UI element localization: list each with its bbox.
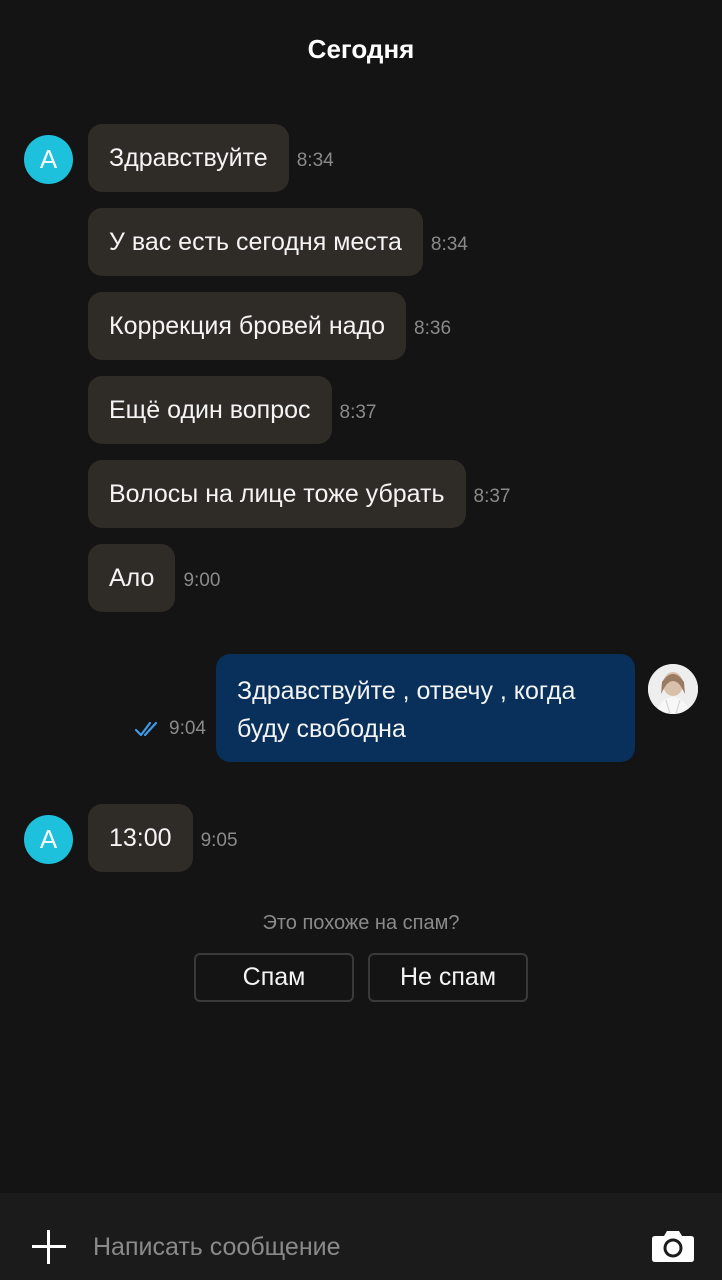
outgoing-meta: 9:04 (135, 718, 206, 740)
double-check-icon (135, 721, 158, 737)
message-time: 9:04 (169, 718, 206, 739)
incoming-message[interactable]: Ало 9:00 (88, 544, 220, 612)
message-bubble[interactable]: Волосы на лице тоже убрать (88, 460, 466, 528)
outgoing-message[interactable]: 9:04 Здравствуйте , отвечу , когда буду … (0, 654, 722, 762)
message-time: 8:34 (296, 150, 334, 171)
incoming-message[interactable]: Здравствуйте 8:34 (88, 124, 334, 192)
message-input[interactable] (93, 1226, 613, 1268)
message-bubble[interactable]: Здравствуйте , отвечу , когда буду свобо… (216, 654, 635, 762)
message-bubble[interactable]: У вас есть сегодня места (88, 208, 423, 276)
plus-icon[interactable] (32, 1230, 66, 1264)
incoming-message[interactable]: 13:00 9:05 (88, 804, 238, 872)
sender-avatar[interactable]: A (24, 135, 73, 184)
message-time: 8:37 (473, 486, 511, 507)
message-bubble[interactable]: 13:00 (88, 804, 193, 872)
message-time: 9:00 (183, 570, 221, 591)
my-avatar[interactable] (648, 664, 698, 714)
chat-screen: Сегодня A Здравствуйте 8:34 У вас есть с… (0, 0, 722, 1280)
sender-avatar[interactable]: A (24, 815, 73, 864)
incoming-message[interactable]: У вас есть сегодня места 8:34 (88, 208, 468, 276)
message-time: 8:37 (339, 402, 377, 423)
spam-button[interactable]: Спам (194, 953, 354, 1002)
message-bubble[interactable]: Ало (88, 544, 176, 612)
incoming-message[interactable]: Ещё один вопрос 8:37 (88, 376, 377, 444)
message-time: 8:36 (414, 318, 452, 339)
camera-icon[interactable] (651, 1227, 695, 1263)
incoming-message[interactable]: Волосы на лице тоже убрать 8:37 (88, 460, 511, 528)
spam-question: Это похоже на спам? (262, 912, 460, 934)
message-bubble[interactable]: Здравствуйте (88, 124, 289, 192)
profile-photo-icon (648, 664, 698, 714)
message-bubble[interactable]: Ещё один вопрос (88, 376, 332, 444)
not-spam-button[interactable]: Не спам (368, 953, 528, 1002)
incoming-message[interactable]: Коррекция бровей надо 8:36 (88, 292, 451, 360)
date-header: Сегодня (307, 34, 415, 64)
message-bubble[interactable]: Коррекция бровей надо (88, 292, 407, 360)
message-time: 9:05 (200, 830, 238, 851)
message-time: 8:34 (430, 234, 468, 255)
